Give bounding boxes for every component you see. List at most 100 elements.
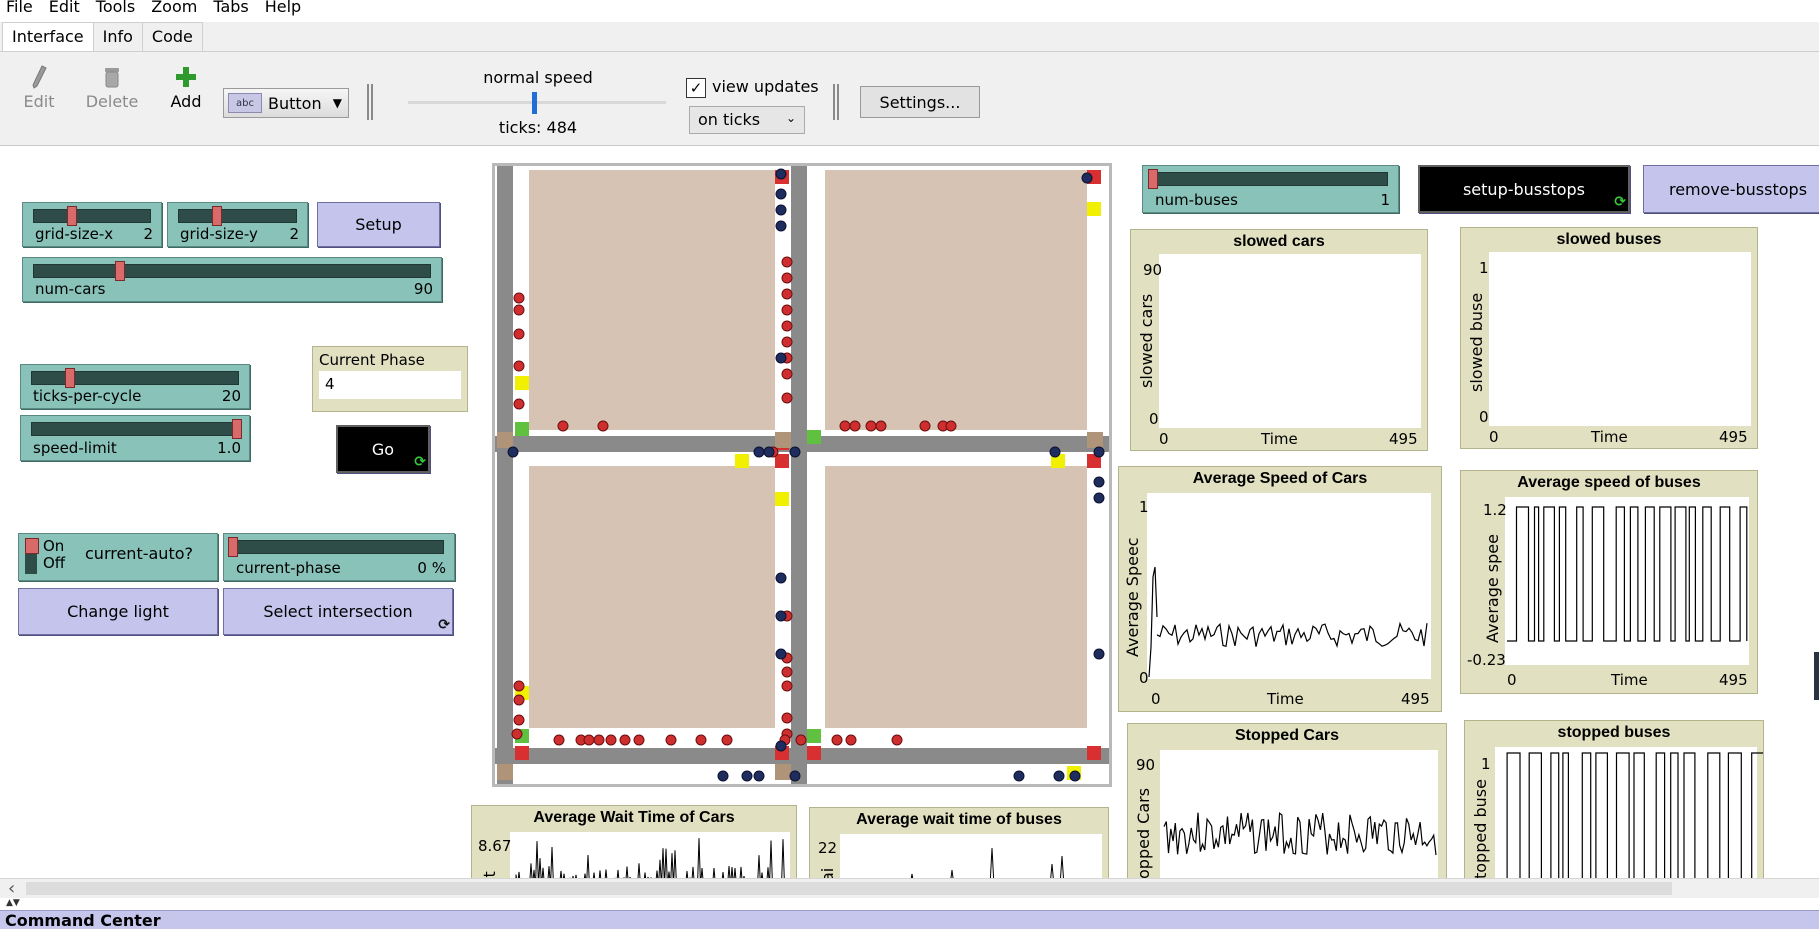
update-mode-select[interactable]: on ticks ⌄ [689,106,805,134]
plot-x-min: 0 [1507,671,1517,689]
update-mode-value: on ticks [698,110,761,129]
view-updates-checkbox[interactable]: ✓ [686,78,706,98]
setup-busstops-button[interactable]: setup-busstops ⟳ [1418,165,1630,213]
bus [775,188,787,200]
menu-edit[interactable]: Edit [49,0,80,16]
tab-info[interactable]: Info [92,22,143,51]
horizontal-scrollbar[interactable]: ‹ [0,878,1819,899]
select-intersection-button[interactable]: Select intersection ⟳ [223,588,453,635]
plot-y-label: slowed cars [1137,293,1156,388]
slider-name: num-cars [35,280,106,298]
bus [789,770,801,782]
monitor-value: 4 [319,371,461,399]
switch-on-label: On [43,537,65,555]
slider-track [33,209,151,223]
go-button[interactable]: Go ⟳ [336,425,430,473]
plot-title: slowed buses [1556,231,1662,248]
intersection-patch [497,432,513,448]
plot-y-min: 0 [1479,408,1489,426]
plot-y-max: 22 [818,839,838,857]
speed-limit-slider[interactable]: speed-limit 1.0 [20,415,250,461]
menu-help[interactable]: Help [265,0,301,16]
edit-button[interactable]: Edit [22,62,56,111]
tab-interface[interactable]: Interface [2,22,94,51]
side-scroll-handle[interactable] [1814,652,1819,700]
current-phase-slider[interactable]: current-phase 0 % [223,533,455,581]
command-center-header: Command Center [0,910,1819,929]
switch-name: current-auto? [85,544,193,563]
menu-tools[interactable]: Tools [96,0,135,16]
delete-button[interactable]: Delete [86,62,138,111]
car [597,420,609,432]
ticks-per-cycle-slider[interactable]: ticks-per-cycle 20 [20,364,250,409]
current-phase-monitor: Current Phase 4 [312,346,468,412]
grid-size-x-slider[interactable]: grid-size-x 2 [22,202,162,247]
car [721,734,733,746]
bus [753,770,765,782]
plot-y-min: 0 [1139,669,1149,687]
bus [1093,476,1105,488]
forever-icon: ⟳ [414,454,426,470]
car [557,420,569,432]
bus [1049,446,1061,458]
monitor-label: Current Phase [319,351,425,369]
menu-file[interactable]: File [6,0,33,16]
plot-x-label: Time [1611,671,1648,689]
add-button[interactable]: Add [170,62,202,111]
car [781,272,793,284]
chevron-down-icon: ▼ [332,96,342,110]
bus [741,770,753,782]
traffic-light [807,746,821,760]
slider-track [178,209,297,223]
widget-type-select[interactable]: abc Button ▼ [223,88,349,118]
change-light-button[interactable]: Change light [18,588,218,635]
scrollbar-thumb[interactable] [26,882,1672,895]
slider-thumb[interactable] [115,261,125,281]
car [593,734,605,746]
traffic-light [775,454,789,468]
plot-x-label: Time [1591,428,1628,446]
traffic-light [775,492,789,506]
car [511,728,523,740]
chevron-left-icon[interactable]: ‹ [8,878,15,899]
menu-tabs[interactable]: Tabs [213,0,248,16]
view-updates-label: view updates [712,77,819,96]
bus [775,572,787,584]
car [795,734,807,746]
city-block [529,466,775,728]
remove-busstops-button[interactable]: remove-busstops [1643,165,1819,213]
grid-size-y-slider[interactable]: grid-size-y 2 [167,202,308,247]
speed-slider-track[interactable] [408,101,666,104]
city-block [529,170,775,430]
setup-button[interactable]: Setup [317,202,440,247]
slider-track [33,264,431,278]
switch-toggle[interactable] [25,538,39,574]
menu-zoom[interactable]: Zoom [151,0,197,16]
slider-track [31,422,239,436]
world-view[interactable] [492,163,1112,787]
split-pane-divider[interactable]: ▲▼ [0,898,1819,910]
car [553,734,565,746]
plot-title: slowed cars [1233,233,1325,250]
settings-button[interactable]: Settings... [860,86,980,118]
road-vertical [791,166,807,784]
car [919,420,931,432]
speed-slider-thumb[interactable] [532,92,537,114]
slider-value: 90 [413,280,433,298]
plot-stopped-cars: Stopped Cars opped Cars 90 [1127,723,1447,883]
car [945,420,957,432]
plot-x-label: Time [1267,690,1304,708]
slider-thumb[interactable] [232,419,242,439]
plot-x-max: 495 [1401,690,1430,708]
slider-thumb[interactable] [212,206,222,226]
slider-thumb[interactable] [65,368,75,388]
slider-thumb[interactable] [228,537,238,557]
num-cars-slider[interactable]: num-cars 90 [22,257,442,302]
slider-thumb[interactable] [67,206,77,226]
slider-thumb[interactable] [1148,169,1158,189]
tab-code[interactable]: Code [141,22,203,51]
bus [507,446,519,458]
current-auto-switch[interactable]: On Off current-auto? [18,533,218,581]
num-buses-slider[interactable]: num-buses 1 [1142,165,1399,213]
traffic-light [807,729,821,743]
